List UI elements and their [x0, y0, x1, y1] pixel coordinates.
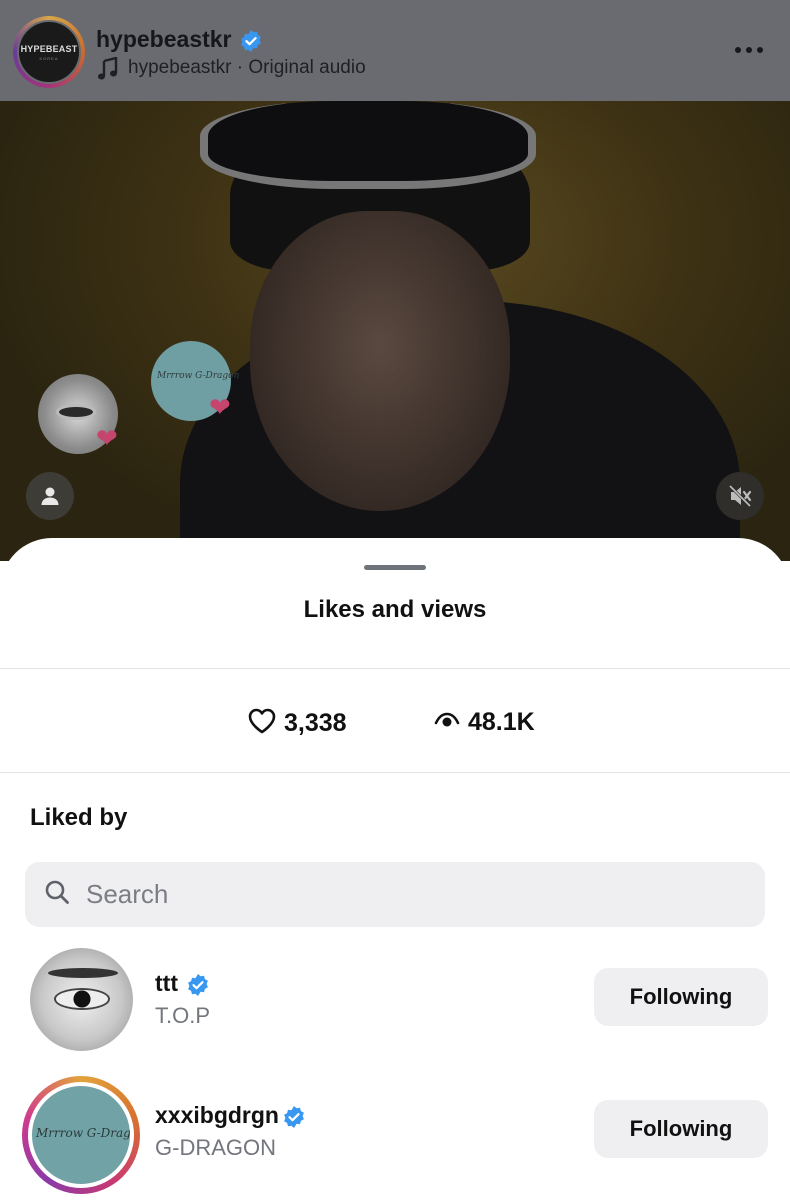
video-subject-sunglasses — [200, 101, 536, 189]
avatar-logo-subtext: KOREA — [39, 55, 59, 61]
bubble-signature-text: Mrrrow G-Dragon — [157, 371, 240, 381]
avatar-logo-text: HYPEBEAST — [20, 43, 78, 54]
views-count: 48.1K — [468, 708, 535, 736]
liker-row[interactable]: Mrrrow G-Dragon xxxibgdrgn G-DRAGON Foll… — [0, 1076, 790, 1194]
eye-icon — [434, 710, 460, 735]
video-player[interactable]: ❤ Mrrrow G-Dragon ❤ — [0, 101, 790, 561]
profile-icon[interactable] — [26, 472, 74, 520]
likes-and-views-sheet: Likes and views 3,338 48.1K Liked by ttt… — [0, 538, 790, 1200]
search-input[interactable] — [84, 878, 688, 911]
post-header: HYPEBEAST KOREA hypebeastkr hypebeastkr … — [0, 0, 790, 101]
search-icon — [44, 879, 70, 910]
liker-full-name: T.O.P — [155, 1003, 211, 1028]
search-bar[interactable] — [25, 862, 765, 927]
likes-count-stat: 3,338 — [248, 708, 347, 739]
liker-row[interactable]: ttt T.O.P Following — [0, 948, 790, 1058]
muted-speaker-icon[interactable] — [716, 472, 764, 520]
divider — [0, 668, 790, 669]
likes-count: 3,338 — [284, 709, 347, 737]
liker-full-name: G-DRAGON — [155, 1135, 276, 1160]
more-options-icon[interactable] — [733, 42, 765, 60]
liker-username[interactable]: xxxibgdrgn — [155, 1102, 279, 1129]
verified-badge-icon — [282, 1105, 306, 1134]
original-audio-link[interactable]: hypebeastkr · Original audio — [128, 57, 366, 79]
heart-icon: ❤ — [96, 423, 118, 453]
avatar[interactable] — [30, 948, 133, 1051]
post-author-username[interactable]: hypebeastkr — [96, 26, 232, 53]
avatar[interactable]: Mrrrow G-Dragon — [22, 1076, 140, 1194]
post-author-avatar[interactable]: HYPEBEAST KOREA — [13, 16, 85, 88]
verified-badge-icon — [186, 973, 210, 1002]
following-button[interactable]: Following — [594, 1100, 768, 1158]
video-subject-face — [250, 211, 510, 511]
sheet-grabber-handle[interactable] — [364, 565, 426, 570]
liker-username[interactable]: ttt — [155, 970, 178, 997]
liked-by-heading: Liked by — [30, 804, 128, 831]
music-note-icon — [97, 56, 119, 86]
views-count-stat: 48.1K — [434, 708, 535, 737]
heart-icon: ❤ — [209, 392, 231, 422]
avatar-signature-text: Mrrrow G-Dragon — [36, 1126, 130, 1140]
verified-badge-icon — [239, 29, 263, 58]
divider — [0, 772, 790, 773]
heart-icon — [248, 708, 276, 739]
following-button[interactable]: Following — [594, 968, 768, 1026]
sheet-title: Likes and views — [303, 596, 487, 623]
